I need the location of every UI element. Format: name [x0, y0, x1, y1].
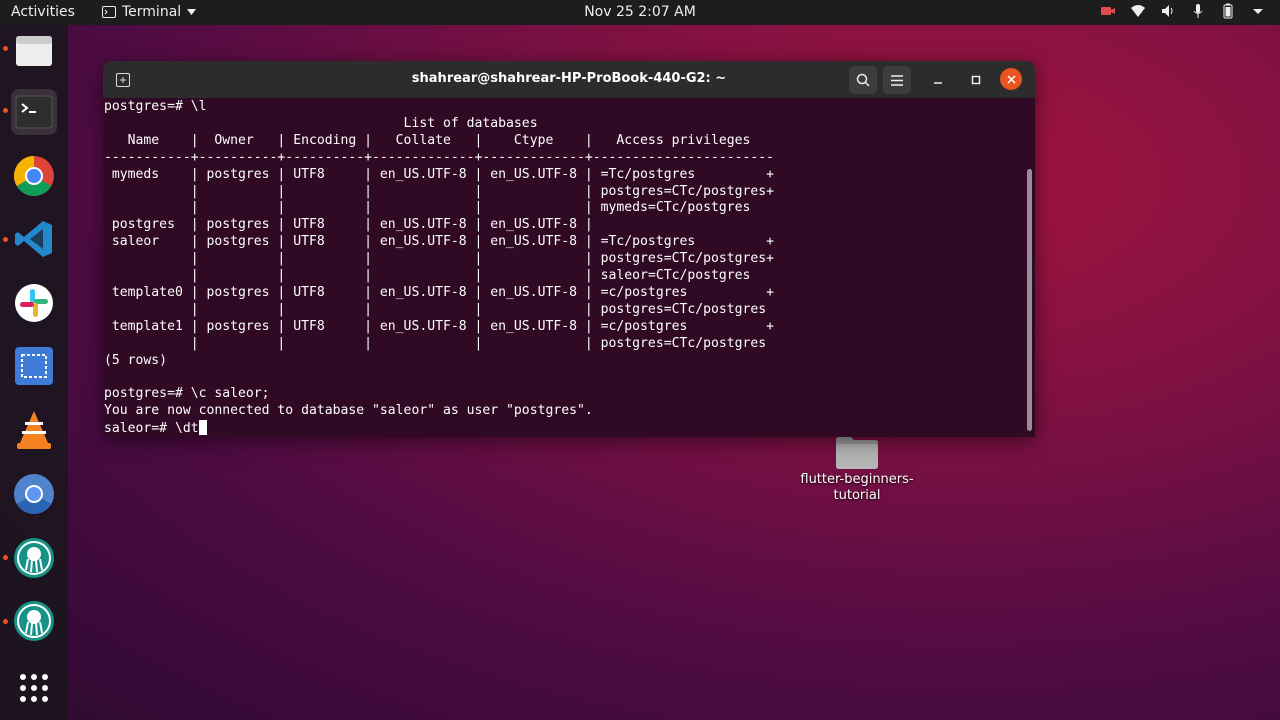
terminal-small-icon [102, 6, 116, 18]
desktop-folder-label: flutter-beginners- tutorial [800, 472, 914, 503]
gitkraken-icon [14, 601, 54, 641]
terminal-line: | | | | | postgres=CTc/postgres [104, 301, 767, 317]
files-launcher[interactable] [11, 27, 57, 73]
volume-icon [1162, 5, 1173, 17]
menu-button[interactable] [883, 66, 911, 94]
folder-icon [836, 437, 878, 469]
terminal-line: | | | | | postgres=CTc/postgres [104, 335, 767, 351]
maximize-icon [971, 75, 981, 85]
terminal-line: mymeds | postgres | UTF8 | en_US.UTF-8 |… [104, 166, 775, 182]
show-applications-button[interactable] [11, 665, 57, 711]
terminal-line: | | | | | postgres=CTc/postgres+ [104, 251, 775, 267]
terminal-line: template0 | postgres | UTF8 | en_US.UTF-… [104, 284, 775, 300]
terminal-lines: postgres=# \l List of databases Name | O… [104, 99, 1024, 420]
terminal-line: saleor | postgres | UTF8 | en_US.UTF-8 |… [104, 234, 775, 250]
terminal-line: You are now connected to database "saleo… [104, 403, 593, 419]
close-icon [1006, 74, 1016, 84]
clock[interactable]: Nov 25 2:07 AM [584, 4, 696, 20]
search-button[interactable] [849, 66, 877, 94]
files-icon [16, 36, 52, 66]
terminal-line: List of databases [104, 115, 538, 131]
desktop-folder[interactable]: flutter-beginners- tutorial [800, 436, 914, 504]
hamburger-menu-icon [891, 74, 903, 86]
activities-button[interactable]: Activities [11, 4, 75, 20]
terminal-line: | | | | | postgres=CTc/postgres+ [104, 183, 775, 199]
terminal-line: postgres | postgres | UTF8 | en_US.UTF-8… [104, 217, 601, 233]
terminal-launcher[interactable] [11, 89, 57, 135]
search-icon [856, 73, 870, 87]
slack-launcher[interactable] [11, 280, 57, 326]
vlc-launcher[interactable] [11, 407, 57, 453]
wifi-icon [1131, 5, 1145, 17]
vscode-launcher[interactable] [11, 216, 57, 262]
running-indicator [3, 108, 8, 113]
terminal-window[interactable]: shahrear@shahrear-HP-ProBook-440-G2: ~ p… [103, 61, 1035, 437]
gitkraken-launcher[interactable] [11, 598, 57, 644]
show-apps-icon [20, 674, 48, 702]
terminal-line: postgres=# \c saleor; [104, 386, 270, 402]
running-indicator [3, 555, 8, 560]
text-cursor [198, 420, 207, 436]
vscode-icon [15, 221, 52, 257]
app-menu-label: Terminal [122, 4, 182, 20]
dock [0, 25, 68, 720]
battery-icon [1223, 3, 1233, 19]
screenshot-icon [15, 347, 53, 385]
top-bar: Activities Terminal Nov 25 2:07 AM [0, 0, 1280, 25]
gitkraken-launcher[interactable] [11, 535, 57, 581]
chromium-launcher[interactable] [11, 471, 57, 517]
running-indicator [3, 237, 8, 242]
slack-icon [15, 284, 53, 322]
running-indicator [3, 46, 8, 51]
close-button[interactable] [1000, 68, 1022, 90]
scrollbar[interactable] [1027, 169, 1032, 431]
chromium-icon [14, 474, 54, 514]
terminal-line: | | | | | saleor=CTc/postgres [104, 268, 751, 284]
terminal-output[interactable]: postgres=# \l List of databases Name | O… [103, 98, 1024, 437]
running-indicator [3, 619, 8, 624]
minimize-icon [934, 82, 942, 84]
prompt-line[interactable]: saleor=# \dt [104, 420, 1024, 437]
camera-icon [1101, 7, 1115, 15]
gitkraken-icon [14, 538, 54, 578]
system-tray[interactable] [1100, 3, 1266, 19]
terminal-line: Name | Owner | Encoding | Collate | Ctyp… [104, 132, 775, 148]
command-input[interactable]: \dt [175, 421, 199, 436]
app-menu[interactable]: Terminal [102, 4, 197, 20]
chrome-icon [14, 156, 54, 196]
terminal-line: (5 rows) [104, 352, 168, 368]
microphone-icon [1193, 4, 1203, 18]
terminal-line: template1 | postgres | UTF8 | en_US.UTF-… [104, 318, 775, 334]
prompt: saleor=# [104, 421, 175, 437]
terminal-icon [15, 95, 53, 129]
minimize-button[interactable] [924, 66, 952, 94]
chevron-down-icon [187, 9, 197, 15]
screenshot-launcher[interactable] [11, 343, 57, 389]
terminal-line: postgres=# \l [104, 99, 207, 114]
terminal-line: -----------+----------+----------+------… [104, 149, 775, 165]
chevron-down-icon [1253, 9, 1263, 14]
vlc-icon [17, 411, 51, 449]
chrome-launcher[interactable] [11, 153, 57, 199]
maximize-button[interactable] [962, 66, 990, 94]
terminal-line: | | | | | mymeds=CTc/postgres [104, 200, 751, 216]
terminal-titlebar[interactable]: shahrear@shahrear-HP-ProBook-440-G2: ~ [103, 61, 1035, 98]
